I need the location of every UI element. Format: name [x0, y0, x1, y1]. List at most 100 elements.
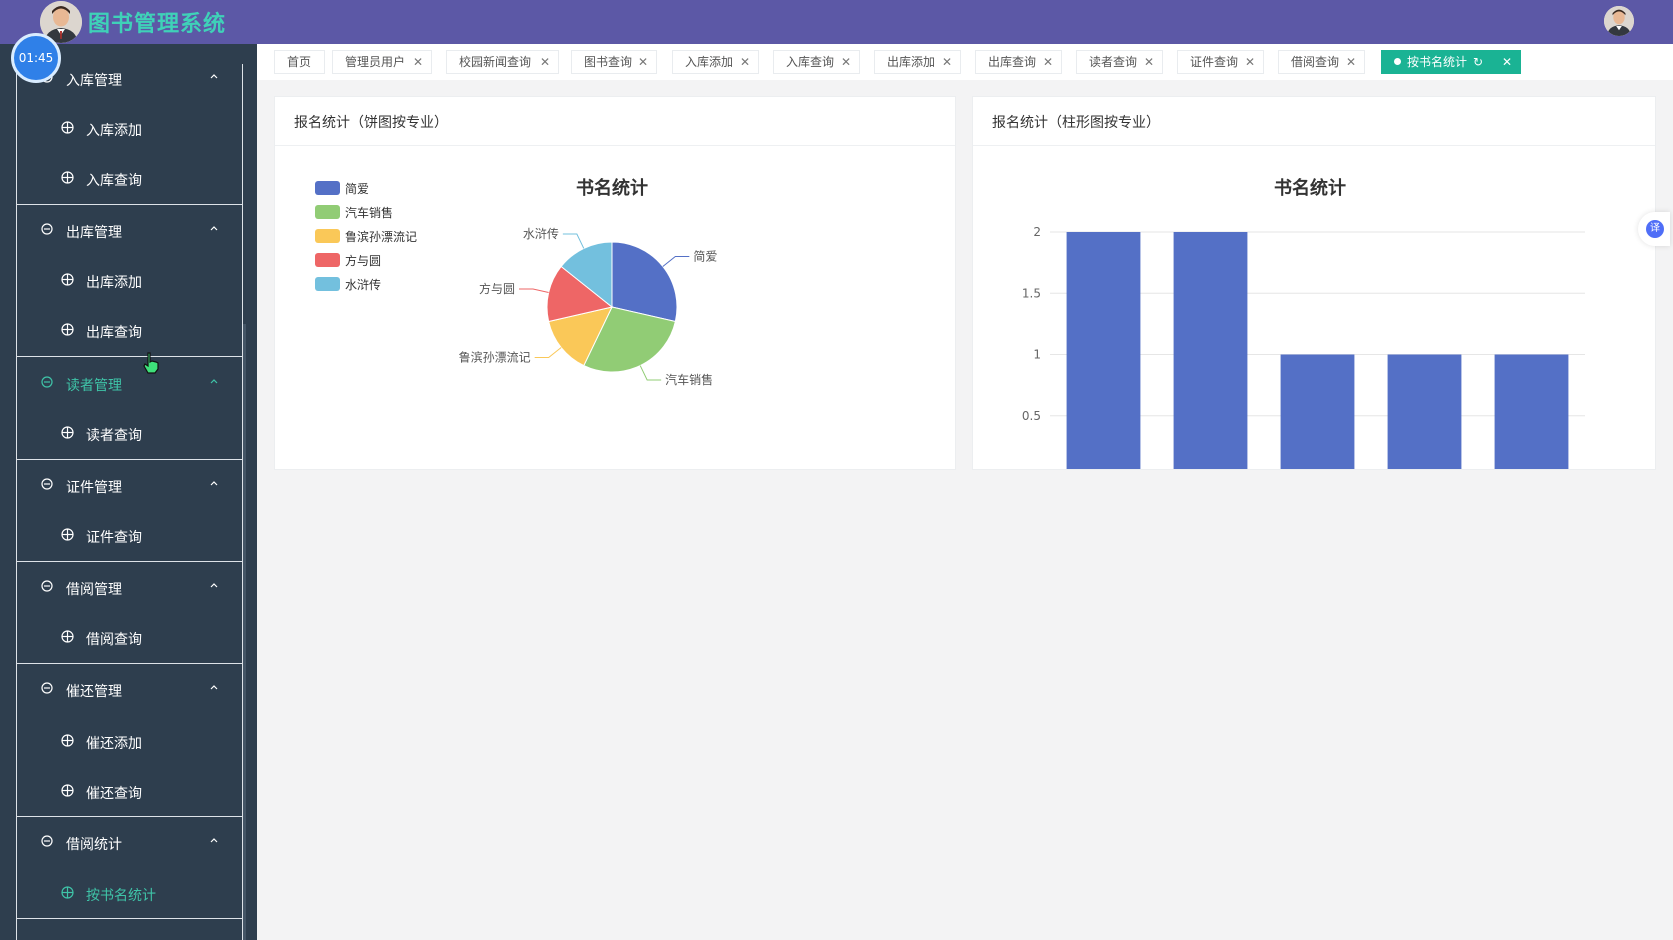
sidebar-scrollbar[interactable] — [243, 324, 246, 940]
close-icon[interactable]: ✕ — [841, 51, 851, 73]
legend-swatch[interactable] — [315, 181, 340, 195]
tab-stats-by-title[interactable]: 按书名统计 ↻ ✕ — [1381, 50, 1521, 74]
pie-label: 鲁滨孙漂流记 — [459, 350, 531, 365]
bar[interactable] — [1280, 354, 1355, 470]
panel-header: 报名统计（饼图按专业） — [275, 97, 955, 146]
tab-outstock-query[interactable]: 出库查询 ✕ — [975, 50, 1062, 74]
sidebar-item-label: 催还添加 — [86, 736, 142, 752]
tab-label: 出库添加 — [887, 55, 936, 69]
close-icon[interactable]: ✕ — [1144, 51, 1154, 73]
pie-label: 方与圆 — [479, 281, 515, 296]
tab-certificate-query[interactable]: 证件查询 ✕ — [1177, 50, 1264, 74]
legend-swatch[interactable] — [315, 277, 340, 291]
pie-label-line — [639, 365, 662, 381]
legend-label[interactable]: 水浒传 — [345, 277, 381, 292]
sidebar-divider — [17, 816, 242, 817]
tab-instock-query[interactable]: 入库查询 ✕ — [773, 50, 860, 74]
pie-label-line — [534, 347, 562, 359]
chevron-up-icon — [209, 375, 219, 390]
tab-home[interactable]: 首页 — [274, 50, 325, 74]
legend-swatch[interactable] — [315, 229, 340, 243]
close-icon[interactable]: ✕ — [1346, 51, 1356, 73]
sidebar-group-outstock[interactable]: 出库管理 — [17, 206, 242, 256]
globe-icon — [61, 426, 74, 443]
sidebar-item-reader-query[interactable]: 读者查询 — [17, 409, 242, 459]
bar[interactable] — [1387, 354, 1462, 470]
tab-label: 首页 — [287, 55, 312, 69]
sidebar-item-label: 出库添加 — [86, 275, 142, 291]
sidebar-item-reminder-query[interactable]: 催还查询 — [17, 767, 242, 817]
close-icon[interactable]: ✕ — [1502, 51, 1512, 73]
legend-label[interactable]: 方与圆 — [345, 253, 381, 268]
chevron-up-icon — [209, 681, 219, 696]
sidebar-group-reminders[interactable]: 催还管理 — [17, 665, 242, 715]
globe-icon — [61, 121, 74, 138]
sidebar-item-borrow-query[interactable]: 借阅查询 — [17, 613, 242, 663]
chevron-up-icon — [209, 70, 219, 85]
bar-chart: 书名统计 00.511.52简爱汽车销售鲁滨孙漂流记方与圆水浒传 — [1022, 177, 1585, 470]
sidebar-item-label: 入库添加 — [86, 123, 142, 139]
app-title: 图书管理系统 — [88, 12, 227, 37]
refresh-icon[interactable]: ↻ — [1473, 55, 1483, 69]
bar-chart-panel: 报名统计（柱形图按专业） 书名统计 00.511.52简爱汽车销售鲁滨孙漂流记方… — [972, 96, 1656, 470]
sidebar-item-instock-add[interactable]: 入库添加 — [17, 104, 242, 154]
sidebar-divider — [17, 561, 242, 562]
globe-icon — [61, 528, 74, 545]
globe-icon — [61, 630, 74, 647]
bar[interactable] — [1173, 232, 1248, 469]
panel-title: 报名统计（柱形图按专业） — [992, 115, 1160, 131]
circle-icon — [41, 376, 53, 392]
legend-swatch[interactable] — [315, 253, 340, 267]
tab-outstock-add[interactable]: 出库添加 ✕ — [874, 50, 961, 74]
sidebar-item-outstock-add[interactable]: 出库添加 — [17, 256, 242, 306]
panel-header: 报名统计（柱形图按专业） — [973, 97, 1655, 146]
chevron-up-icon — [209, 477, 219, 492]
sidebar-item-label: 出库查询 — [86, 325, 142, 341]
tab-instock-add[interactable]: 入库添加 ✕ — [672, 50, 759, 74]
sidebar-group-readers[interactable]: 读者管理 — [17, 359, 242, 409]
globe-icon — [61, 886, 74, 903]
sidebar-group-certificates[interactable]: 证件管理 — [17, 461, 242, 511]
translate-float-button[interactable]: 译 — [1638, 212, 1670, 246]
legend-label[interactable]: 简爱 — [345, 182, 369, 196]
close-icon[interactable]: ✕ — [740, 51, 750, 73]
close-icon[interactable]: ✕ — [1043, 51, 1053, 73]
bar[interactable] — [1066, 232, 1141, 469]
tab-admin-users[interactable]: 管理员用户 ✕ — [332, 50, 432, 74]
sidebar-divider — [17, 356, 242, 357]
sidebar-item-reminder-add[interactable]: 催还添加 — [17, 717, 242, 767]
close-icon[interactable]: ✕ — [942, 51, 952, 73]
active-dot-icon — [1394, 58, 1401, 65]
tab-borrow-query[interactable]: 借阅查询 ✕ — [1278, 50, 1365, 74]
close-icon[interactable]: ✕ — [1245, 51, 1255, 73]
circle-icon — [41, 478, 53, 494]
legend-label[interactable]: 汽车销售 — [345, 205, 393, 220]
sidebar-item-instock-query[interactable]: 入库查询 — [17, 154, 242, 204]
sidebar-item-label: 读者查询 — [86, 428, 142, 444]
sidebar-divider — [17, 918, 242, 919]
user-avatar-icon[interactable] — [1604, 6, 1634, 36]
sidebar-item-certificate-query[interactable]: 证件查询 — [17, 511, 242, 561]
close-icon[interactable]: ✕ — [638, 51, 648, 73]
bar[interactable] — [1494, 354, 1569, 470]
sidebar-item-outstock-query[interactable]: 出库查询 — [17, 306, 242, 356]
pie-label-line — [662, 255, 690, 267]
tab-campus-news[interactable]: 校园新闻查询 ✕ — [446, 50, 559, 74]
globe-icon — [61, 323, 74, 340]
chevron-up-icon — [209, 222, 219, 237]
close-icon[interactable]: ✕ — [413, 51, 423, 73]
sidebar-group-statistics[interactable]: 借阅统计 — [17, 818, 242, 868]
hand-cursor-icon — [142, 352, 160, 378]
legend-swatch[interactable] — [315, 205, 340, 219]
tab-book-query[interactable]: 图书查询 ✕ — [571, 50, 657, 74]
legend-label[interactable]: 鲁滨孙漂流记 — [345, 229, 417, 244]
tab-reader-query[interactable]: 读者查询 ✕ — [1076, 50, 1163, 74]
sidebar-divider — [17, 459, 242, 460]
sidebar-group-borrowing[interactable]: 借阅管理 — [17, 563, 242, 613]
timer-badge: 01:45 — [11, 33, 61, 83]
sidebar-item-stats-by-title[interactable]: 按书名统计 — [17, 869, 242, 919]
pie-label-line — [519, 288, 549, 294]
circle-icon — [41, 223, 53, 239]
close-icon[interactable]: ✕ — [540, 51, 550, 73]
chevron-up-icon — [209, 579, 219, 594]
